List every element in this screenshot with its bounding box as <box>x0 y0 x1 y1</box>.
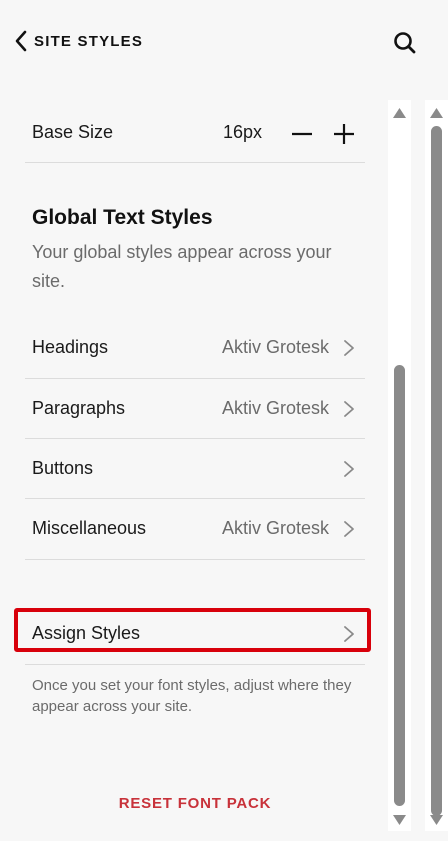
style-row-paragraphs[interactable]: Paragraphs Aktiv Grotesk <box>25 379 365 439</box>
chevron-right-icon <box>344 521 354 537</box>
page-scrollbar[interactable] <box>425 100 448 831</box>
decrease-size-button[interactable] <box>290 122 314 146</box>
section-description: Your global styles appear across your si… <box>32 242 332 291</box>
base-size-value: 16px <box>223 122 263 142</box>
chevron-right-icon <box>344 401 354 417</box>
style-row-buttons[interactable]: Buttons <box>25 439 365 499</box>
style-row-value: Aktiv Grotesk <box>221 518 329 538</box>
scroll-down-arrow-icon[interactable] <box>393 815 406 825</box>
panel-scrollbar-thumb[interactable] <box>394 365 405 806</box>
scroll-down-arrow-icon[interactable] <box>430 815 443 825</box>
back-button[interactable]: SITE STYLES <box>14 26 143 56</box>
site-styles-panel: SITE STYLES Base Size 16px Global Text S… <box>0 0 448 841</box>
search-icon <box>394 32 416 54</box>
style-row-label: Headings <box>32 337 109 357</box>
style-row-miscellaneous[interactable]: Miscellaneous Aktiv Grotesk <box>25 499 365 560</box>
page-scrollbar-thumb[interactable] <box>431 126 442 816</box>
scroll-up-arrow-icon[interactable] <box>393 108 406 118</box>
style-row-label: Buttons <box>32 458 94 478</box>
chevron-right-icon <box>344 461 354 477</box>
style-row-value: Aktiv Grotesk <box>221 398 329 418</box>
plus-icon <box>334 124 354 144</box>
base-size-row: Base Size 16px <box>25 100 365 163</box>
section-title: Global Text Styles <box>32 206 213 229</box>
chevron-right-icon <box>344 340 354 356</box>
style-row-label: Paragraphs <box>32 398 126 418</box>
style-row-value: Aktiv Grotesk <box>221 337 329 357</box>
reset-font-pack-button[interactable]: RESET FONT PACK <box>0 795 390 812</box>
assign-styles-description: Once you set your font styles, adjust wh… <box>32 677 352 715</box>
panel-scrollbar[interactable] <box>388 100 411 831</box>
minus-icon <box>292 132 312 136</box>
panel-header: SITE STYLES <box>0 0 448 80</box>
scroll-up-arrow-icon[interactable] <box>430 108 443 118</box>
increase-size-button[interactable] <box>332 122 356 146</box>
style-row-headings[interactable]: Headings Aktiv Grotesk <box>25 318 365 379</box>
style-row-label: Miscellaneous <box>32 518 147 538</box>
highlight-box <box>14 608 371 652</box>
search-button[interactable] <box>392 30 418 56</box>
chevron-left-icon <box>15 30 27 52</box>
page-title: SITE STYLES <box>34 32 144 50</box>
base-size-label: Base Size <box>32 122 114 142</box>
